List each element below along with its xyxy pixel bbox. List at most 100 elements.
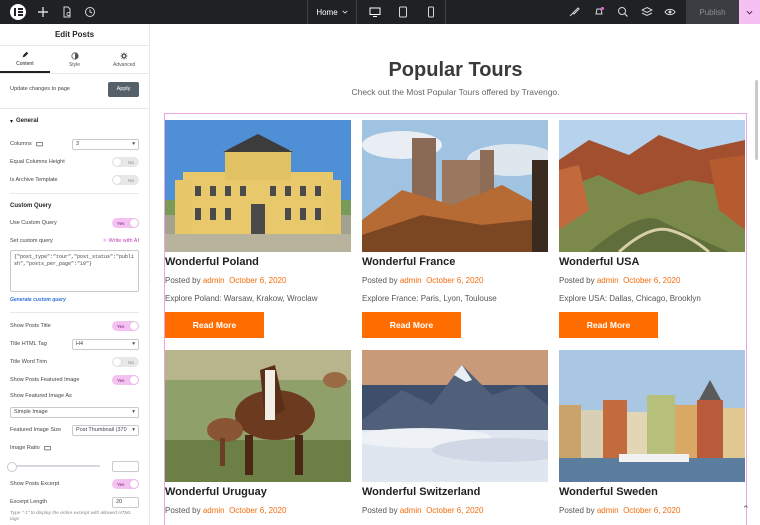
apply-button[interactable]: Apply — [108, 81, 139, 97]
excerpt-length-input[interactable]: 20 — [112, 496, 139, 508]
tab-label: Advanced — [113, 61, 136, 68]
tour-date-link[interactable]: October 6, 2020 — [623, 276, 680, 285]
select-value: 3 — [76, 141, 80, 147]
tour-meta: Posted by admin October 6, 2020 — [165, 506, 351, 515]
tab-style[interactable]: Style — [50, 46, 100, 73]
image-ratio-slider[interactable] — [7, 462, 100, 472]
archive-template-toggle[interactable]: No — [112, 175, 139, 185]
columns-label: Columns — [10, 141, 32, 147]
tour-author-link[interactable]: admin — [597, 506, 619, 515]
tablet-icon[interactable] — [396, 0, 410, 24]
read-more-button[interactable]: Read More — [362, 312, 461, 338]
chevron-down-icon: ▾ — [132, 341, 135, 347]
desktop-icon[interactable] — [368, 0, 382, 24]
tour-title[interactable]: Wonderful USA — [559, 256, 745, 270]
publish-button[interactable]: Publish — [686, 0, 739, 24]
tour-author-link[interactable]: admin — [203, 276, 225, 285]
chevron-down-icon: ▾ — [132, 409, 135, 415]
write-with-ai-link[interactable]: ✧ Write with AI — [102, 238, 139, 244]
show-posts-title-toggle[interactable]: Yes — [112, 321, 139, 331]
tab-content[interactable]: Content — [0, 46, 50, 73]
page-settings-icon[interactable] — [60, 0, 74, 24]
columns-select[interactable]: 3 ▾ — [72, 138, 139, 150]
page-name: Home — [316, 7, 338, 17]
tour-title[interactable]: Wonderful Switzerland — [362, 486, 548, 500]
tour-excerpt: Explore Poland: Warsaw, Krakow, Wroclaw — [165, 294, 318, 303]
posted-by: Posted by — [362, 276, 398, 285]
pencil-icon — [22, 51, 29, 57]
panel-title: Edit Posts — [0, 24, 149, 46]
tour-image-uruguay[interactable] — [165, 350, 351, 482]
read-more-button[interactable]: Read More — [165, 312, 264, 338]
tour-meta: Posted by admin October 6, 2020 — [362, 276, 548, 285]
preview-canvas: Popular Tours Check out the Most Popular… — [151, 24, 760, 525]
tour-card: Wonderful USA Posted by admin October 6,… — [559, 120, 745, 338]
set-custom-query-label: Set custom query — [10, 238, 53, 244]
tour-title[interactable]: Wonderful Poland — [165, 256, 351, 270]
featured-image-as-select[interactable]: Simple Image ▾ — [10, 406, 139, 418]
excerpt-length-label: Excerpt Length — [10, 499, 47, 505]
tour-image-switzerland[interactable] — [362, 350, 548, 482]
tour-image-usa[interactable] — [559, 120, 745, 252]
tour-author-link[interactable]: admin — [597, 276, 619, 285]
history-icon[interactable] — [83, 0, 97, 24]
show-featured-image-toggle[interactable]: Yes — [112, 375, 139, 385]
custom-query-textarea[interactable]: {"post_type":"tour","post_status":"publi… — [10, 250, 139, 292]
chevron-up-icon[interactable]: ⌃ — [742, 504, 750, 515]
featured-image-size-select[interactable]: Post Thumbnail (370 ▾ — [72, 424, 139, 436]
tour-card: Wonderful Uruguay Posted by admin Octobe… — [165, 350, 351, 515]
image-ratio-input[interactable] — [112, 460, 139, 472]
preview-eye-icon[interactable] — [663, 0, 677, 24]
tour-date-link[interactable]: October 6, 2020 — [623, 506, 680, 515]
tour-date-link[interactable]: October 6, 2020 — [426, 506, 483, 515]
canvas-scrollbar[interactable] — [755, 80, 758, 160]
equal-columns-label: Equal Columns Height — [10, 159, 65, 165]
add-element-icon[interactable] — [36, 0, 50, 24]
brush-icon[interactable] — [567, 0, 581, 24]
tour-author-link[interactable]: admin — [400, 276, 422, 285]
mobile-icon[interactable] — [424, 0, 438, 24]
update-changes-label: Update changes to page — [10, 86, 70, 92]
elementor-logo-icon[interactable] — [10, 4, 26, 20]
tour-date-link[interactable]: October 6, 2020 — [229, 276, 286, 285]
show-posts-excerpt-toggle[interactable]: Yes — [112, 479, 139, 489]
tour-image-france[interactable] — [362, 120, 548, 252]
toggle-state: Yes — [117, 481, 125, 487]
tab-advanced[interactable]: Advanced — [99, 46, 149, 73]
tour-meta: Posted by admin October 6, 2020 — [559, 506, 745, 515]
archive-template-label: Is Archive Template — [10, 177, 58, 183]
posted-by: Posted by — [362, 506, 398, 515]
equal-columns-toggle[interactable]: No — [112, 157, 139, 167]
publish-options-button[interactable] — [739, 0, 760, 24]
layers-icon[interactable] — [640, 0, 654, 24]
tour-image-poland[interactable] — [165, 120, 351, 252]
tour-title[interactable]: Wonderful Uruguay — [165, 486, 351, 500]
title-word-trim-toggle[interactable]: No — [112, 357, 139, 367]
search-icon[interactable] — [616, 0, 630, 24]
tour-date-link[interactable]: October 6, 2020 — [229, 506, 286, 515]
tour-image-sweden[interactable] — [559, 350, 745, 482]
tab-label: Content — [16, 60, 34, 67]
section-title: General — [16, 118, 39, 124]
tour-card: Wonderful France Posted by admin October… — [362, 120, 548, 338]
title-html-tag-select[interactable]: H4 ▾ — [72, 338, 139, 350]
use-custom-query-toggle[interactable]: Yes — [112, 218, 139, 228]
custom-query-heading: Custom Query — [10, 203, 52, 209]
desktop-icon — [44, 445, 51, 450]
desktop-icon — [36, 141, 43, 146]
tour-date-link[interactable]: October 6, 2020 — [426, 276, 483, 285]
featured-image-as-label: Show Featured Image As — [10, 393, 72, 399]
tour-title[interactable]: Wonderful France — [362, 256, 548, 270]
tour-meta: Posted by admin October 6, 2020 — [362, 506, 548, 515]
tour-title[interactable]: Wonderful Sweden — [559, 486, 745, 500]
page-selector[interactable]: Home — [307, 0, 357, 24]
tour-author-link[interactable]: admin — [400, 506, 422, 515]
device-switcher — [358, 0, 446, 24]
chevron-down-icon: ▾ — [132, 141, 135, 147]
generate-custom-query-link[interactable]: Generate custom query — [10, 292, 139, 308]
read-more-button[interactable]: Read More — [559, 312, 658, 338]
general-section-toggle[interactable]: ▾ General — [10, 113, 139, 129]
chevron-down-icon — [746, 10, 753, 15]
tour-author-link[interactable]: admin — [203, 506, 225, 515]
notifications-icon[interactable] — [592, 0, 606, 24]
